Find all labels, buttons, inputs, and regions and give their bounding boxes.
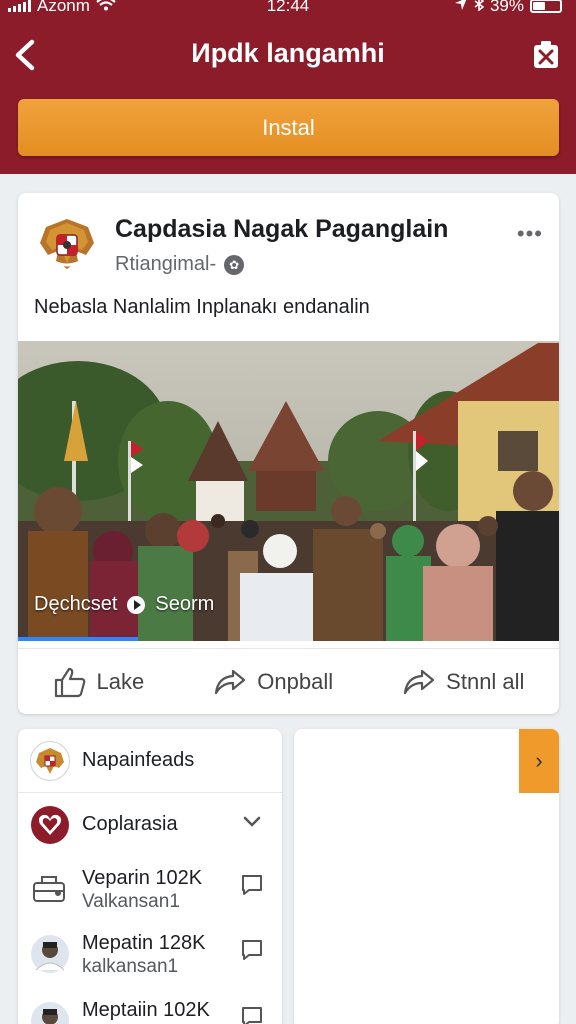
tag-icon bbox=[30, 869, 70, 909]
comment-icon[interactable] bbox=[240, 938, 264, 962]
comment-icon[interactable] bbox=[240, 1005, 264, 1024]
list-item[interactable]: Meptaiin 102K bbox=[18, 991, 282, 1024]
comment-icon[interactable] bbox=[240, 873, 264, 897]
secondary-panel: › bbox=[294, 729, 559, 1024]
garuda-emblem-icon bbox=[30, 741, 70, 781]
close-button[interactable] bbox=[532, 40, 560, 70]
status-time: 12:44 bbox=[266, 0, 310, 15]
share-arrow-icon bbox=[404, 669, 435, 694]
play-icon[interactable] bbox=[127, 595, 146, 614]
comment-label: Onpball bbox=[257, 668, 334, 694]
list-item[interactable]: Veparin 102K Valkansan1 bbox=[18, 859, 282, 919]
post-card: Capdasia Nagak Paganglain Rtiangimal- ✿ … bbox=[18, 193, 559, 714]
avatar bbox=[30, 934, 70, 974]
battery-label: 39% bbox=[489, 0, 524, 15]
thumbs-up-icon bbox=[54, 667, 85, 697]
like-button[interactable]: Lake bbox=[53, 666, 145, 698]
app-header: Azonm 12:44 39% Иpdk langamhi Instal bbox=[0, 0, 576, 174]
comment-button[interactable]: Onpball bbox=[213, 667, 333, 697]
garuda-emblem-icon bbox=[40, 219, 94, 269]
location-icon bbox=[454, 0, 468, 16]
share-button[interactable]: Stnnl all bbox=[402, 667, 524, 697]
list-item-subtitle: kalkansan1 bbox=[82, 956, 179, 977]
bluetooth-icon bbox=[474, 0, 485, 16]
panel-header[interactable]: Napainfeads bbox=[18, 729, 282, 793]
post-subtitle: Rtiangimal- bbox=[115, 253, 217, 275]
more-options-button[interactable]: ••• bbox=[517, 221, 543, 247]
share-label: Stnnl all bbox=[446, 668, 525, 694]
post-photo[interactable]: Dęchcset Seorm bbox=[18, 341, 559, 641]
like-label: Lake bbox=[96, 668, 145, 694]
heart-badge-icon bbox=[30, 805, 70, 845]
photo-caption-right: Seorm bbox=[155, 593, 215, 615]
battery-icon bbox=[530, 0, 562, 13]
chevron-down-icon[interactable] bbox=[240, 809, 264, 833]
post-actions: Lake Onpball Stnnl all bbox=[18, 648, 559, 714]
page-title: Иpdk langamhi bbox=[191, 38, 385, 68]
post-text: Nebasla Nanlalim Inplanakı endanalin bbox=[34, 296, 370, 318]
avatar bbox=[30, 1001, 70, 1024]
share-arrow-icon bbox=[215, 669, 246, 694]
list-item-title: Veparin 102K bbox=[82, 867, 203, 889]
panel-title: Napainfeads bbox=[82, 749, 195, 771]
page-emblem-avatar[interactable] bbox=[36, 213, 98, 275]
chevron-right-icon: › bbox=[535, 748, 543, 773]
dropdown-label: Coplarasia bbox=[82, 813, 178, 835]
list-item-subtitle: Valkansan1 bbox=[82, 891, 180, 912]
photo-progress-bar bbox=[18, 637, 138, 641]
install-button[interactable]: Instal bbox=[18, 99, 559, 156]
list-item-title: Mepatin 128K bbox=[82, 932, 206, 954]
status-bar: Azonm 12:44 39% bbox=[0, 0, 576, 18]
dropdown-row[interactable]: Coplarasia bbox=[18, 795, 282, 855]
list-item-title: Meptaiin 102K bbox=[82, 999, 210, 1021]
privacy-globe-icon: ✿ bbox=[224, 254, 245, 275]
close-box-icon bbox=[534, 41, 558, 68]
list-item[interactable]: Mepatin 128K kalkansan1 bbox=[18, 924, 282, 984]
photo-caption-left: Dęchcset bbox=[34, 593, 118, 615]
post-page-name[interactable]: Capdasia Nagak Paganglain bbox=[115, 215, 448, 244]
pages-panel: Napainfeads Coplarasia Veparin 102K Valk… bbox=[18, 729, 282, 1024]
next-button[interactable]: › bbox=[519, 729, 559, 793]
